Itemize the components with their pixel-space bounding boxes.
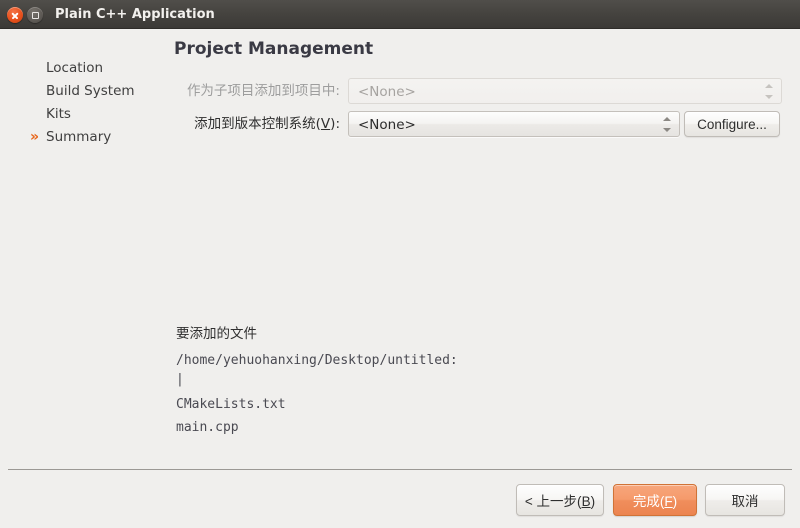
version-control-row: 添加到版本控制系统(V): <None> Configure... — [168, 111, 792, 137]
chevron-updown-icon — [663, 116, 672, 134]
file-path-line: /home/yehuohanxing/Desktop/untitled: — [176, 353, 458, 368]
maximize-icon[interactable] — [27, 7, 43, 23]
back-button-label-pre: < 上一步( — [524, 494, 582, 509]
configure-button[interactable]: Configure... — [684, 111, 780, 137]
version-control-combo-value: <None> — [358, 117, 416, 133]
version-control-label-key: V — [320, 116, 331, 132]
sidebar-item-label: Kits — [46, 106, 71, 122]
finish-button-label-key: F — [664, 494, 673, 509]
cancel-button[interactable]: 取消 — [705, 484, 785, 516]
finish-button-label-post: ) — [672, 494, 678, 509]
files-to-add-title: 要添加的文件 — [176, 326, 257, 342]
sidebar-item-build-system[interactable]: Build System — [0, 80, 168, 102]
subproject-combo-value: <None> — [358, 84, 416, 100]
version-control-combo[interactable]: <None> — [348, 111, 680, 137]
text-cursor-line: | — [176, 372, 184, 387]
chevron-updown-icon — [765, 83, 774, 101]
list-item: CMakeLists.txt — [176, 397, 286, 412]
back-button-label-post: ) — [590, 494, 596, 509]
sidebar-item-label: Location — [46, 60, 104, 76]
dialog-footer: < 上一步(B) 完成(F) 取消 — [0, 470, 800, 528]
sidebar-item-label: Summary — [46, 129, 112, 145]
title-bar: Plain C++ Application — [0, 0, 800, 29]
back-button[interactable]: < 上一步(B) — [516, 484, 604, 516]
dialog-body: Location Build System Kits » Summary Pro… — [0, 29, 800, 528]
list-item: main.cpp — [176, 420, 239, 435]
summary-panel: Project Management 作为子项目添加到项目中: <None> 添… — [168, 29, 800, 469]
wizard-steps-sidebar: Location Build System Kits » Summary — [0, 29, 168, 469]
subproject-label: 作为子项目添加到项目中: — [186, 83, 340, 99]
sidebar-item-summary[interactable]: » Summary — [0, 126, 168, 148]
finish-button-label-pre: 完成( — [632, 494, 665, 509]
window-title: Plain C++ Application — [55, 7, 215, 22]
version-control-label: 添加到版本控制系统(V): — [168, 111, 340, 137]
subproject-combo[interactable]: <None> — [348, 78, 782, 104]
sidebar-item-kits[interactable]: Kits — [0, 103, 168, 125]
version-control-label-post: ): — [330, 116, 340, 132]
sidebar-item-label: Build System — [46, 83, 135, 99]
finish-button[interactable]: 完成(F) — [613, 484, 697, 516]
dialog-window: Plain C++ Application Location Build Sys… — [0, 0, 800, 528]
sidebar-item-location[interactable]: Location — [0, 57, 168, 79]
page-title: Project Management — [174, 39, 374, 59]
back-button-label-key: B — [581, 494, 591, 509]
chevron-right-icon: » — [30, 129, 40, 145]
subproject-row: 作为子项目添加到项目中: <None> — [168, 78, 782, 104]
close-icon[interactable] — [7, 7, 23, 23]
version-control-label-pre: 添加到版本控制系统( — [194, 116, 321, 132]
